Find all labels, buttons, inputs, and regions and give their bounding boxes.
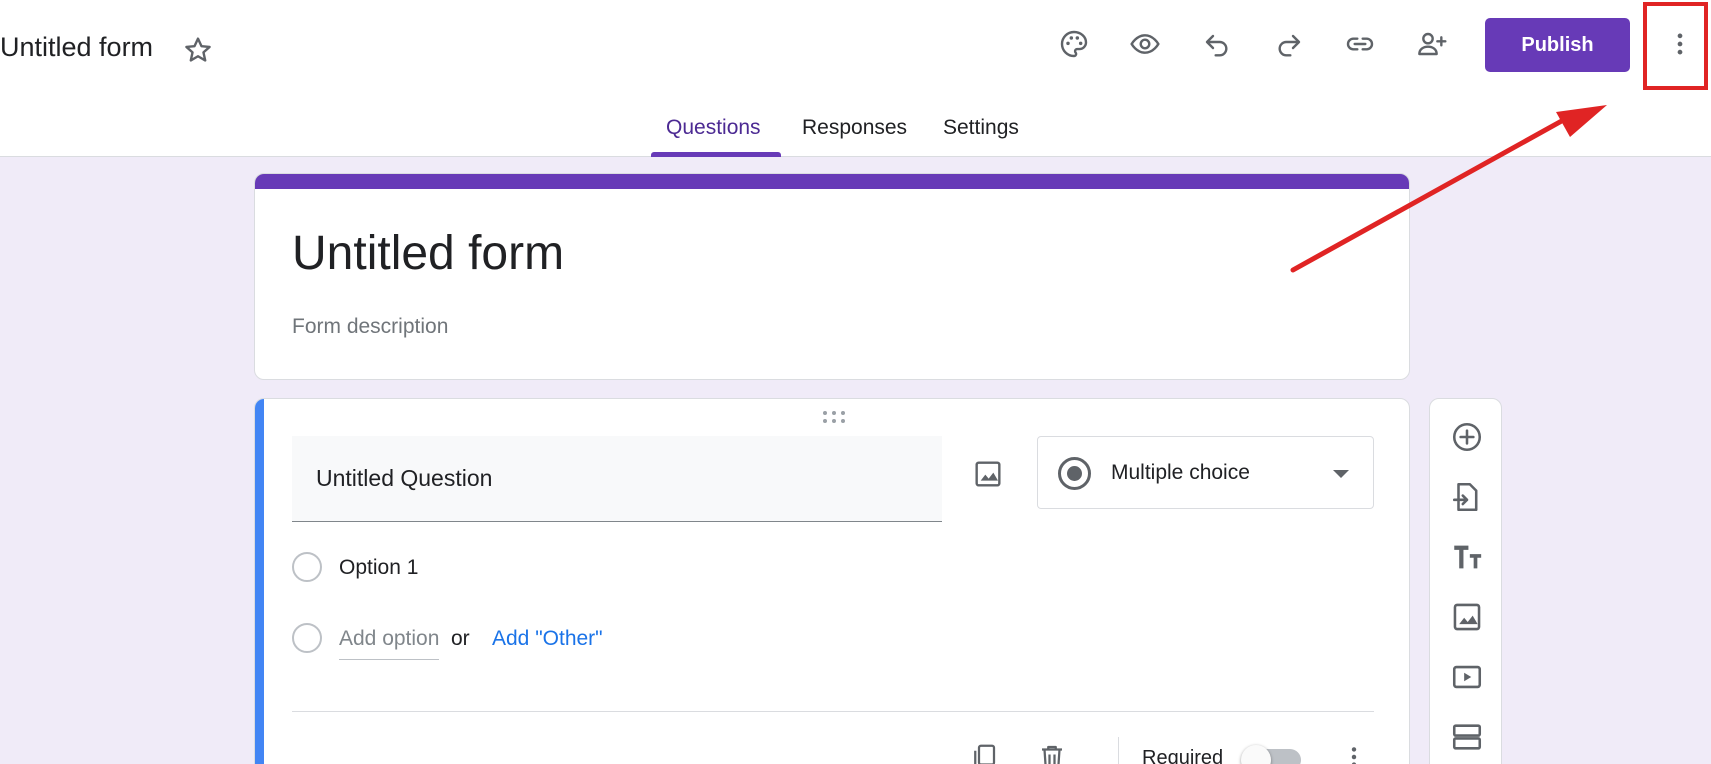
tab-settings[interactable]: Settings [943,116,1019,140]
drag-handle-icon[interactable] [820,409,848,425]
required-label: Required [1142,747,1224,764]
question-card[interactable]: Untitled Question Multiple choice Option… [254,398,1410,764]
add-collaborator-icon[interactable] [1414,26,1450,62]
question-card-accent-bar [255,399,264,764]
add-image-icon[interactable] [1448,598,1486,636]
question-type-dropdown[interactable]: Multiple choice [1037,436,1374,509]
radio-circle-icon [292,552,322,582]
preview-eye-icon[interactable] [1127,26,1163,62]
add-other-link[interactable]: Add "Other" [492,627,603,651]
radio-button-icon [1058,457,1091,490]
active-tab-indicator [651,152,781,157]
question-more-icon[interactable] [1336,739,1372,764]
or-text: or [451,627,470,650]
add-option-input[interactable]: Add option [339,627,440,660]
palette-icon[interactable] [1056,26,1092,62]
question-title-text: Untitled Question [316,465,493,491]
add-section-icon[interactable] [1448,718,1486,756]
floating-side-toolbar [1429,398,1502,764]
add-image-icon[interactable] [968,454,1008,494]
title-card-accent-bar [255,174,1409,189]
card-divider [292,711,1374,712]
tab-responses[interactable]: Responses [802,116,907,140]
question-title-input[interactable]: Untitled Question [292,436,942,522]
annotation-highlight-box [1643,2,1708,90]
form-title-card: Untitled form Form description [254,173,1410,380]
undo-icon[interactable] [1199,26,1235,62]
star-icon[interactable] [182,34,214,66]
required-toggle[interactable] [1241,745,1301,764]
add-title-icon[interactable] [1448,538,1486,576]
delete-icon[interactable] [1034,739,1070,764]
question-type-label: Multiple choice [1111,461,1250,484]
import-questions-icon[interactable] [1448,478,1486,516]
form-title-input[interactable]: Untitled form [292,226,564,281]
redo-icon[interactable] [1271,26,1307,62]
document-title[interactable]: Untitled form [0,32,153,63]
tab-questions[interactable]: Questions [666,116,761,140]
publish-button[interactable]: Publish [1485,18,1630,72]
add-question-icon[interactable] [1448,418,1486,456]
radio-circle-icon [292,623,322,653]
app-header: Untitled form Publish Questions Response… [0,0,1711,157]
duplicate-icon[interactable] [966,739,1002,764]
link-icon[interactable] [1342,26,1378,62]
dropdown-caret-icon [1333,470,1349,478]
add-video-icon[interactable] [1448,658,1486,696]
tab-bar: Questions Responses Settings [0,110,1711,157]
form-description-input[interactable]: Form description [292,315,448,339]
footer-separator [1118,737,1119,764]
option-label[interactable]: Option 1 [339,556,418,580]
